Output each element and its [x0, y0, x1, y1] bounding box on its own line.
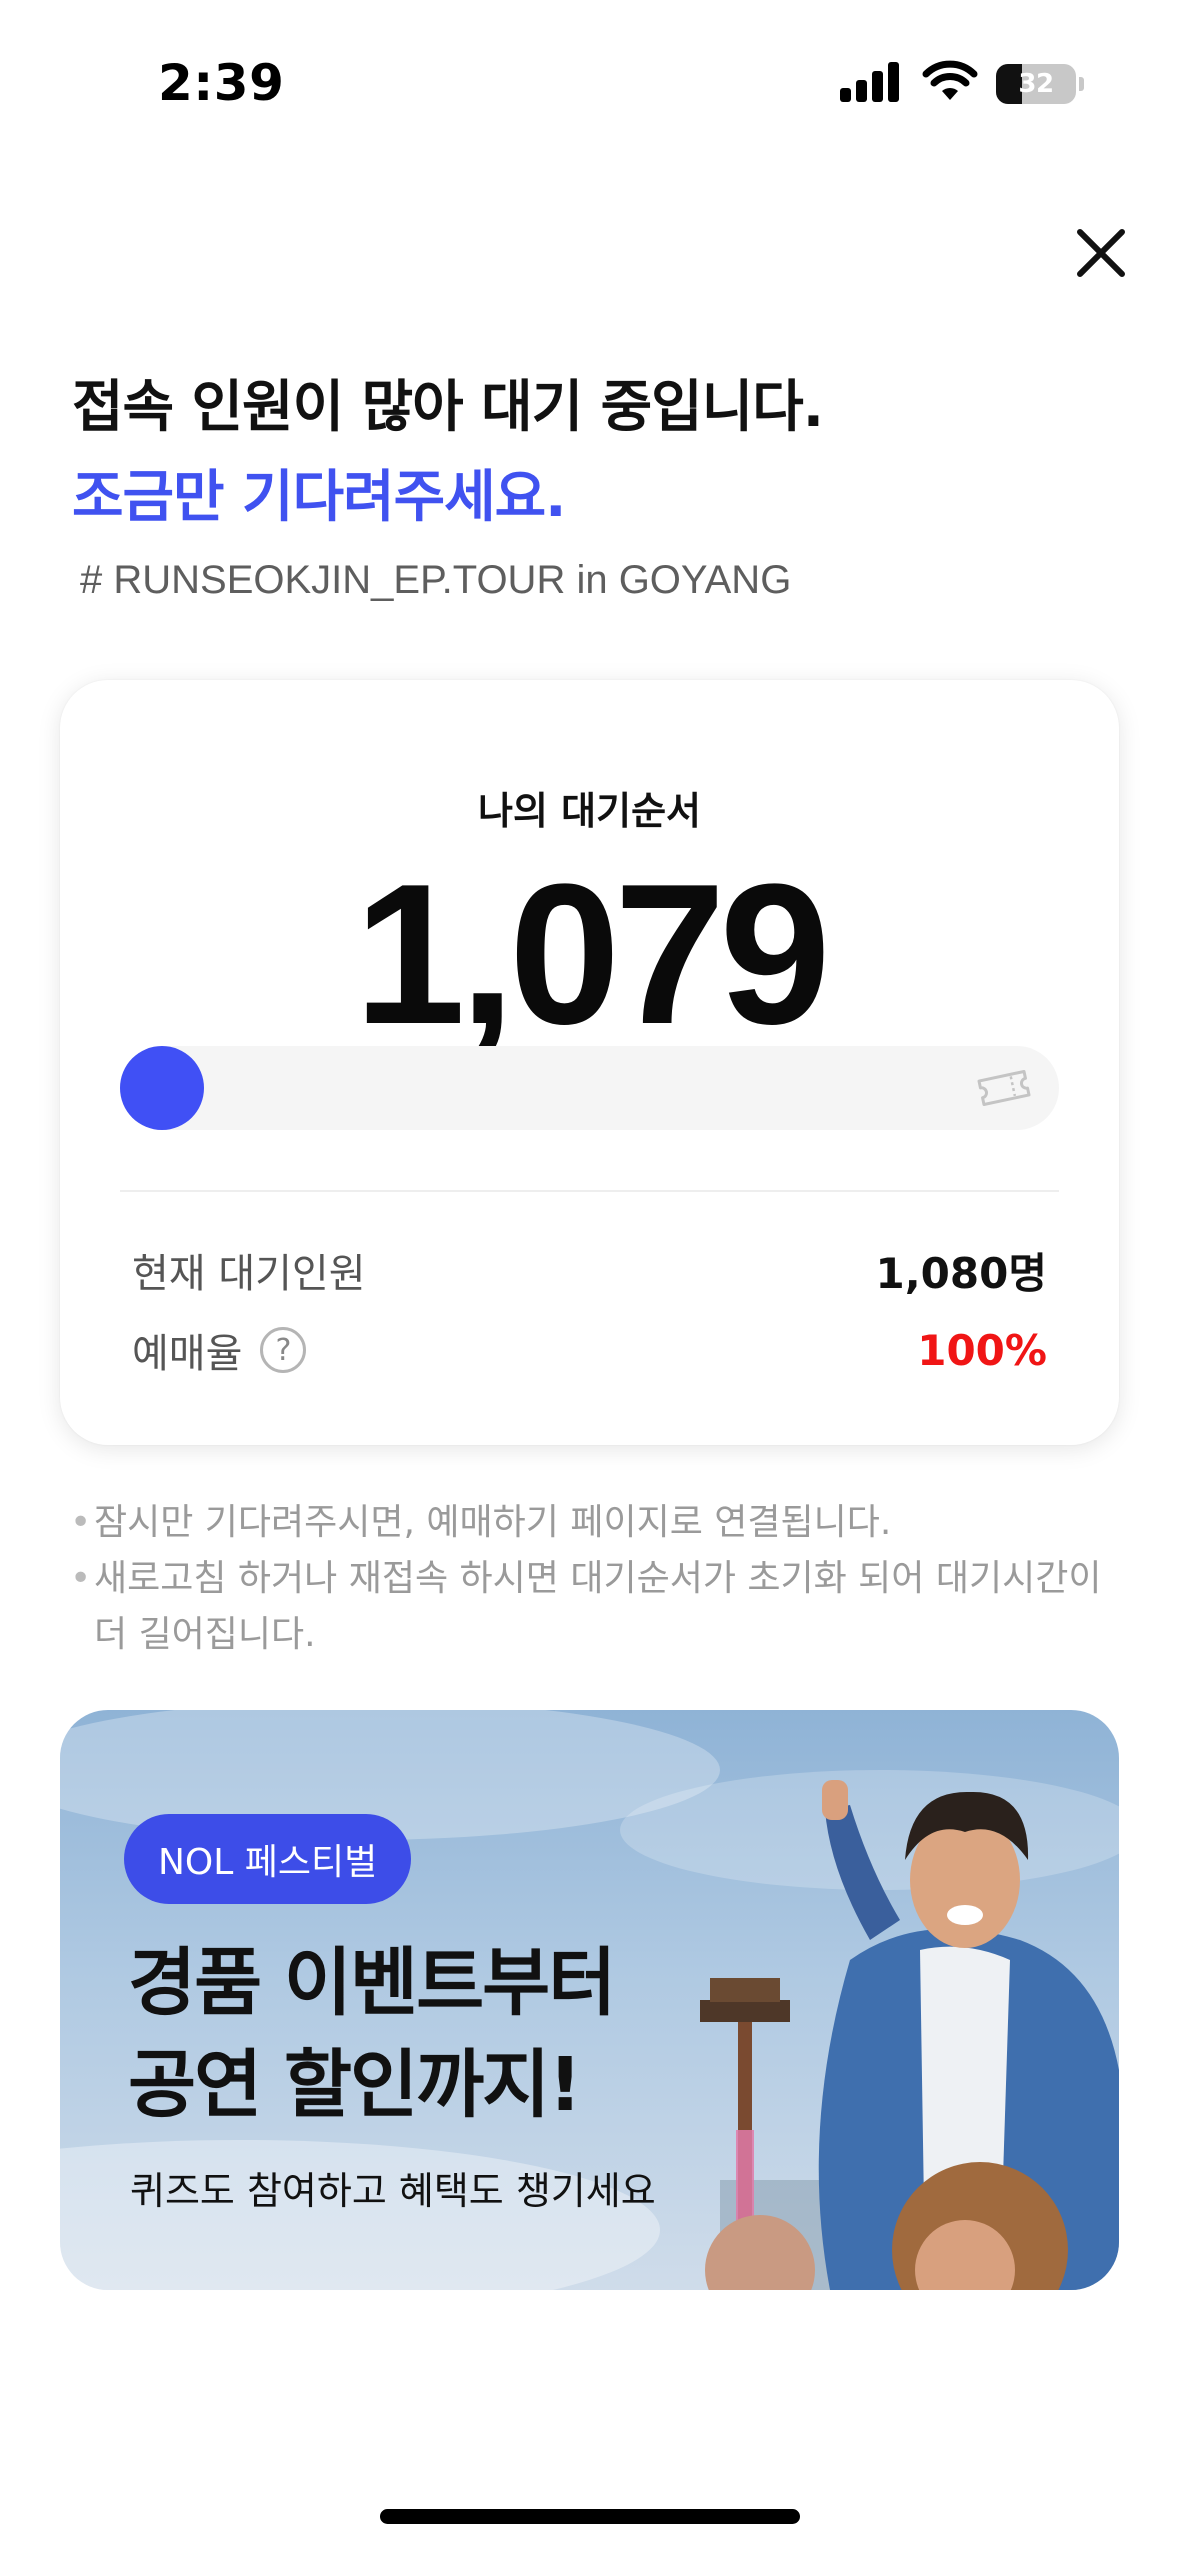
card-divider	[120, 1190, 1059, 1192]
help-icon[interactable]: ?	[260, 1327, 307, 1373]
banner-title-line: 공연 할인까지!	[128, 2042, 582, 2128]
event-hashtag: # RUNSEOKJIN_EP.TOUR in GOYANG	[80, 558, 792, 602]
wait-headline: 접속 인원이 많아 대기 중입니다.	[72, 375, 824, 440]
battery-cap	[1079, 77, 1084, 91]
current-waiting-row: 현재 대기인원 1,080명	[132, 1240, 1047, 1300]
progress-indicator	[120, 1046, 204, 1130]
status-time: 2:39	[158, 54, 285, 112]
booking-rate-label: 예매율	[132, 1331, 243, 1377]
ticket-icon	[977, 1069, 1031, 1107]
booking-rate-value: 100%	[917, 1325, 1047, 1375]
notice-item: • 잠시만 기다려주시면, 예매하기 페이지로 연결됩니다.	[70, 1495, 1110, 1551]
banner-title: 경품 이벤트부터 공연 할인까지!	[128, 1932, 616, 2136]
queue-position-label: 나의 대기순서	[478, 789, 701, 833]
queue-progress-bar	[120, 1046, 1059, 1130]
banner-title-line: 경품 이벤트부터	[128, 1940, 616, 2026]
battery-icon: 32	[996, 64, 1076, 104]
queue-position-number: 1,079	[354, 843, 831, 1066]
festival-banner[interactable]: NOL 페스티벌 경품 이벤트부터 공연 할인까지! 퀴즈도 참여하고 혜택도 …	[60, 1710, 1119, 2290]
notice-list: • 잠시만 기다려주시면, 예매하기 페이지로 연결됩니다. • 새로고침 하거…	[70, 1495, 1110, 1663]
banner-tag: NOL 페스티벌	[124, 1814, 412, 1904]
notice-text: 잠시만 기다려주시면, 예매하기 페이지로 연결됩니다.	[94, 1502, 892, 1543]
queue-card: 나의 대기순서 1,079 현재 대기인원 1,080명 예매율 ? 100%	[60, 680, 1119, 1445]
booking-rate-row: 예매율 ? 100%	[132, 1320, 1047, 1380]
bullet: •	[70, 1558, 92, 1599]
queue-screen: 2:39 32 접속 인원이 많아 대기 중입니다. 조금만 기다려주세요. #…	[0, 0, 1179, 2556]
battery-level: 32	[1018, 69, 1054, 99]
home-indicator	[380, 2509, 800, 2524]
booking-rate-label-group: 예매율 ?	[132, 1321, 307, 1379]
wait-subheadline: 조금만 기다려주세요.	[72, 465, 566, 530]
notice-text: 새로고침 하거나 재접속 하시면 대기순서가 초기화 되어 대기시간이 더 길어…	[94, 1558, 1102, 1655]
banner-subtitle: 퀴즈도 참여하고 혜택도 챙기세요	[130, 2169, 656, 2213]
close-icon[interactable]	[1070, 222, 1132, 284]
current-waiting-value: 1,080명	[875, 1248, 1048, 1298]
bullet: •	[70, 1502, 92, 1543]
current-waiting-label: 현재 대기인원	[132, 1251, 366, 1297]
cellular-signal-icon	[840, 60, 906, 104]
wifi-icon	[922, 60, 978, 100]
notice-item: • 새로고침 하거나 재접속 하시면 대기순서가 초기화 되어 대기시간이 더 …	[70, 1551, 1110, 1663]
